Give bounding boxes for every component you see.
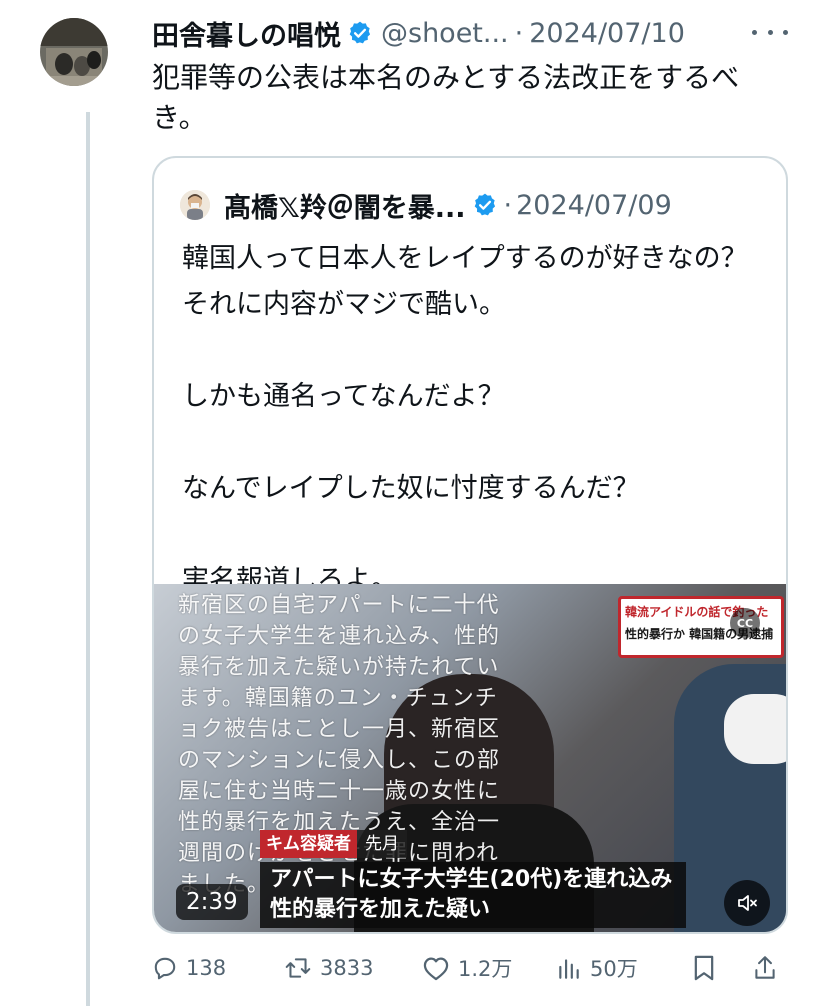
mute-icon[interactable] <box>724 880 770 926</box>
quoted-paragraph: 韓国人って日本人をレイプするのが好きなの？それに内容がマジで酷い。 <box>182 243 748 320</box>
share-icon <box>755 956 775 979</box>
lower-third-line-2: 性的暴行を加えた疑い <box>270 897 491 922</box>
author-handle[interactable]: @shoet... <box>381 18 509 49</box>
reply-button[interactable]: 138 <box>152 948 226 988</box>
thread-connector-line <box>86 112 90 1006</box>
repost-icon <box>285 958 311 978</box>
tweet-date[interactable]: 2024/07/10 <box>529 18 685 49</box>
author-name[interactable]: 田舎暮しの唱悦 <box>152 14 341 53</box>
closed-captions-button[interactable]: CC <box>730 608 760 638</box>
suspect-name-tag: キム容疑者 先月 <box>260 830 407 858</box>
quoted-tweet-text: 韓国人って日本人をレイプするのが好きなの？それに内容がマジで酷い。 しかも通名っ… <box>182 236 772 604</box>
author-avatar[interactable] <box>40 18 108 86</box>
share-button[interactable] <box>752 948 786 988</box>
tweet-action-bar: 138 3833 1.2万 50万 <box>152 948 792 988</box>
tweet-header: 田舎暮しの唱悦 @shoet... · 2024/07/10 <box>152 14 792 52</box>
separator-dot: · <box>514 17 524 49</box>
views-button[interactable]: 50万 <box>556 948 638 988</box>
video-player[interactable]: 新宿区の自宅アパートに二十代の女子大学生を連れ込み、性的暴行を加えた疑いが持たれ… <box>154 584 786 932</box>
quoted-author-avatar <box>180 190 210 220</box>
verified-badge-icon <box>347 20 373 46</box>
news-lower-third: アパートに女子大学生(20代)を連れ込み 性的暴行を加えた疑い <box>260 862 686 928</box>
views-chart-icon <box>559 959 579 979</box>
like-button[interactable]: 1.2万 <box>422 948 512 988</box>
repost-button[interactable]: 3833 <box>284 948 373 988</box>
video-face-mask <box>724 694 786 764</box>
more-options-icon[interactable] <box>752 18 788 46</box>
suspect-time-label: 先月 <box>357 830 407 858</box>
like-count: 1.2万 <box>458 957 513 981</box>
reply-icon <box>154 957 176 980</box>
quoted-tweet-card[interactable]: 髙橋𝕏羚＠闇を暴... · 2024/07/09 韓国人って日本人をレイプするの… <box>152 156 788 934</box>
view-count: 50万 <box>590 957 638 981</box>
quoted-tweet-header: 髙橋𝕏羚＠闇を暴... · 2024/07/09 <box>180 186 672 225</box>
quoted-separator-dot: · <box>503 189 513 221</box>
lower-third-line-1: アパートに女子大学生(20代)を連れ込み <box>270 867 673 892</box>
quoted-tweet-date[interactable]: 2024/07/09 <box>516 190 672 221</box>
quoted-paragraph: なんでレイプした奴に忖度するんだ？ <box>182 473 640 504</box>
video-duration: 2:39 <box>176 884 248 920</box>
bookmark-button[interactable] <box>692 948 724 988</box>
tweet-text: 犯罪等の公表は本名のみとする法改正をするべき。 <box>152 61 740 134</box>
quoted-verified-badge-icon <box>472 192 498 218</box>
reply-count: 138 <box>186 956 227 980</box>
quoted-paragraph: しかも通名ってなんだよ？ <box>182 381 505 412</box>
heart-icon <box>423 957 449 981</box>
repost-count: 3833 <box>320 956 374 980</box>
suspect-name-label: キム容疑者 <box>260 830 357 858</box>
quoted-author-name[interactable]: 髙橋𝕏羚＠闇を暴... <box>224 186 466 225</box>
bookmark-icon <box>694 955 714 981</box>
